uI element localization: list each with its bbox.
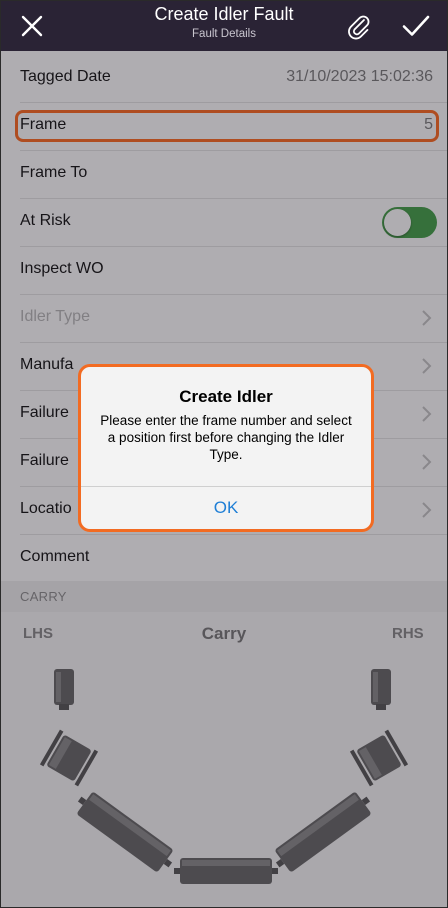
nav-header: Create Idler Fault Fault Details (1, 1, 447, 51)
paperclip-icon (348, 15, 370, 40)
alert-dialog: Create Idler Please enter the frame numb… (78, 364, 374, 532)
checkmark-icon (402, 15, 430, 36)
app-screen: Create Idler Fault Fault Details Tagged … (0, 0, 448, 908)
ok-button[interactable]: OK (81, 487, 371, 529)
page-title: Create Idler Fault (154, 4, 294, 24)
dialog-title: Create Idler (179, 387, 273, 406)
dialog-message: Please enter the frame number and select… (100, 413, 352, 462)
save-button[interactable] (397, 7, 435, 45)
attach-button[interactable] (339, 7, 377, 45)
page-subtitle: Fault Details (192, 28, 256, 40)
